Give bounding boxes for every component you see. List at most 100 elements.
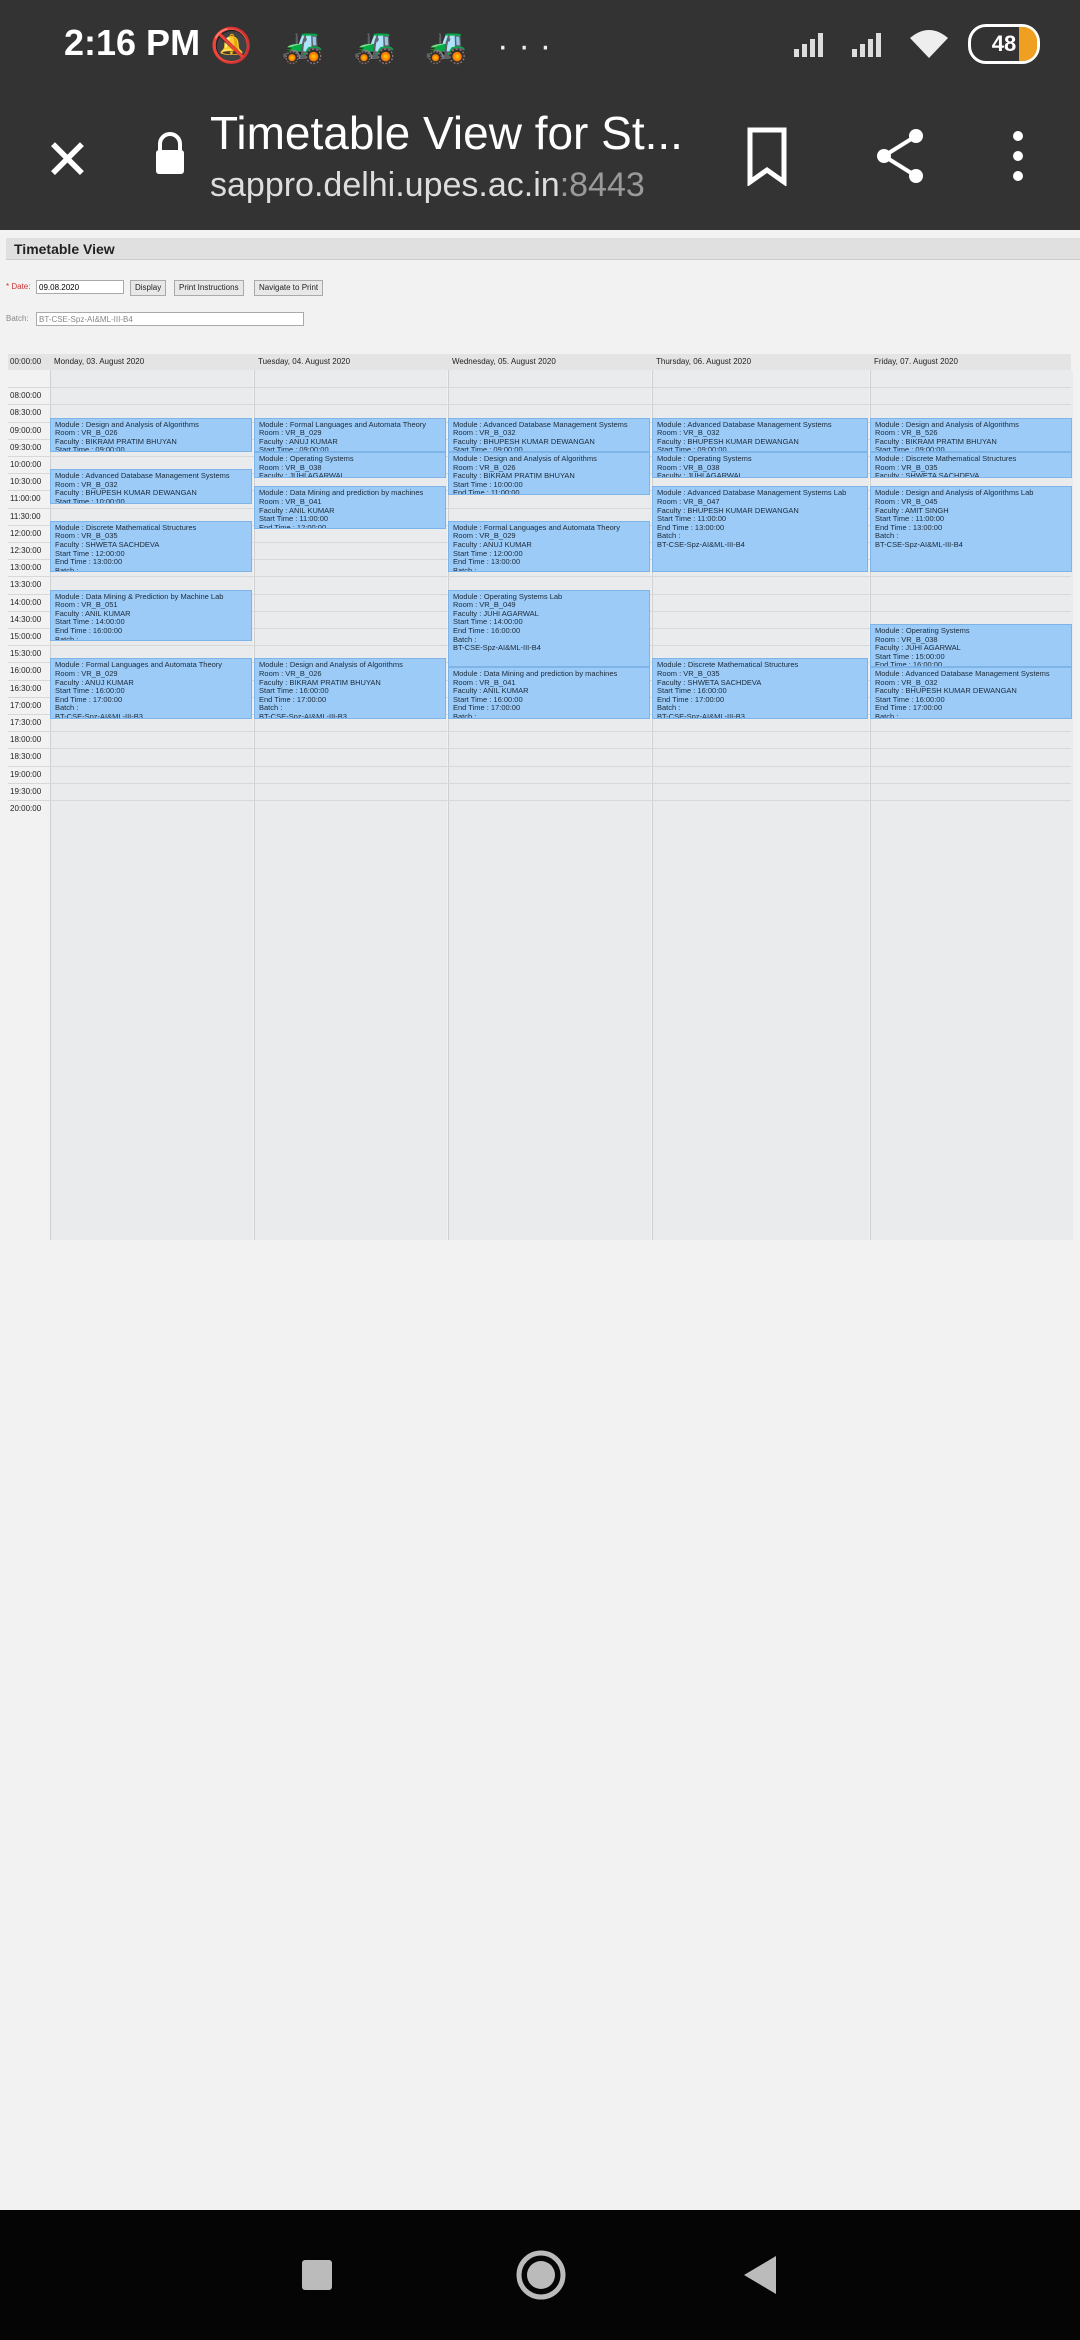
recents-icon[interactable] (300, 2258, 334, 2292)
time-label: 18:30:00 (10, 752, 42, 762)
event-line: Start Time : 16:00:00 (259, 687, 329, 696)
event-line: Start Time : 16:00:00 (875, 695, 945, 704)
timetable-event[interactable]: Module : Discrete Mathematical Structure… (652, 658, 868, 719)
page-url[interactable]: sappro.delhi.upes.ac.in:8443 (210, 166, 645, 205)
event-line: Faculty : BHUPESH KUMAR DEWANGAN (875, 687, 1017, 696)
event-line: Batch : (657, 532, 681, 541)
timetable-event[interactable]: Module : Data Mining and prediction by m… (448, 667, 650, 719)
time-label: 11:00:00 (10, 494, 41, 504)
timetable-event[interactable]: Module : Formal Languages and Automata T… (448, 520, 650, 573)
timetable-event[interactable]: Module : Advanced Database Management Sy… (652, 417, 868, 452)
timetable-event[interactable]: Module : Operating Systems Room : VR_B_03… (652, 452, 868, 478)
timetable-event[interactable]: Module : Operating Systems Room : VR_B_03… (870, 624, 1072, 667)
event-line: Module : Advanced Database Management Sy… (453, 420, 628, 429)
day-header: Tuesday, 04. August 2020 (258, 357, 351, 366)
navigate-to-print-button[interactable]: Navigate to Print (254, 280, 324, 296)
event-line: Faculty : JUHI AGARWAL (657, 472, 743, 478)
date-input[interactable] (36, 280, 124, 294)
event-line: Module : Data Mining and prediction by m… (453, 670, 618, 678)
close-icon[interactable]: ✕ (44, 132, 91, 188)
time-slot-line (8, 748, 1071, 750)
event-line: End Time : 16:00:00 (55, 626, 123, 635)
time-label: 13:30:00 (10, 580, 42, 590)
event-line: Room : VR_B_049 (453, 601, 516, 610)
timetable-event[interactable]: Module : Operating Systems Room : VR_B_03… (254, 452, 446, 478)
event-line: Start Time : 12:00:00 (453, 549, 523, 558)
event-line: Faculty : JUHI AGARWAL (875, 644, 961, 653)
timetable-event[interactable]: Module : Design and Analysis of Algorith… (254, 658, 446, 719)
event-line: BT-CSE-Spz-AI&ML-III-B4 (875, 540, 963, 549)
event-line: Module : Data Mining & Prediction by Mac… (55, 592, 224, 601)
page-title[interactable]: Timetable View for St... (210, 106, 683, 160)
event-line: Start Time : 12:00:00 (55, 549, 125, 558)
event-line: Batch : (259, 704, 283, 713)
timetable-event[interactable]: Module : Discrete Mathematical Structure… (50, 520, 252, 573)
time-label: 12:30:00 (10, 546, 42, 555)
event-line: Module : Formal Languages and Automata T… (453, 523, 621, 532)
time-label: 09:00:00 (10, 425, 42, 435)
time-label: 17:00:00 (10, 700, 42, 710)
share-icon[interactable] (872, 126, 928, 186)
browser-toolbar: ✕ Timetable View for St... sappro.delhi.… (0, 96, 1080, 230)
event-line: Room : VR_B_032 (875, 678, 938, 687)
timetable-event[interactable]: Module : Operating Systems Lab Room : VR_… (448, 589, 650, 667)
url-port: :8443 (559, 166, 645, 204)
time-slot-line (8, 731, 1071, 733)
home-icon[interactable] (514, 2248, 568, 2302)
back-icon[interactable] (742, 2254, 778, 2296)
timetable-event[interactable]: Module : Design and Analysis of Algorith… (50, 417, 252, 452)
event-line: Faculty : BIKRAM PRATIM BHUYAN (259, 678, 381, 687)
batch-input[interactable] (36, 312, 304, 326)
time-label: 09:30:00 (10, 442, 42, 452)
timetable-event[interactable]: Module : Formal Languages and Automata T… (254, 417, 446, 452)
event-line: Faculty : BIKRAM PRATIM BHUYAN (55, 437, 177, 446)
event-line: Module : Formal Languages and Automata T… (55, 661, 223, 670)
event-line: Room : VR_B_029 (259, 429, 322, 438)
event-line: Batch : (657, 704, 681, 713)
event-line: End Time : 17:00:00 (55, 695, 123, 704)
timetable-event[interactable]: Module : Discrete Mathematical Structure… (870, 452, 1072, 478)
timetable-event[interactable]: Module : Design and Analysis of Algorith… (870, 417, 1072, 452)
print-instructions-button[interactable]: Print Instructions (174, 280, 244, 296)
event-line: End Time : 13:00:00 (55, 558, 123, 567)
event-line: End Time : 17:00:00 (657, 695, 725, 704)
bookmark-icon[interactable] (744, 126, 790, 186)
event-line: Module : Operating Systems (657, 455, 752, 463)
event-line: Room : VR_B_035 (55, 532, 118, 541)
timetable-event[interactable]: Module : Data Mining & Prediction by Mac… (50, 589, 252, 642)
event-line: Module : Data Mining and prediction by m… (259, 489, 424, 498)
timetable-event[interactable]: Module : Advanced Database Management Sy… (50, 469, 252, 504)
event-line: Room : VR_B_026 (259, 669, 322, 678)
lock-icon (156, 132, 184, 174)
display-button[interactable]: Display (130, 280, 167, 296)
event-line: End Time : 11:00:00 (453, 489, 520, 495)
day-header: Monday, 03. August 2020 (54, 357, 145, 366)
event-line: Start Time : 15:00:00 (875, 652, 945, 661)
timetable-event[interactable]: Module : Design and Analysis of Algorith… (448, 452, 650, 495)
day-header: Friday, 07. August 2020 (874, 357, 958, 366)
event-line: Room : VR_B_047 (657, 497, 720, 506)
wifi-icon (910, 30, 948, 58)
status-bar: 2:16 PM 🔕 🚜 🚜 🚜 ··· 48 (0, 0, 1080, 96)
timetable-event[interactable]: Module : Data Mining and prediction by m… (254, 486, 446, 530)
signal-icon (794, 33, 823, 57)
event-line: Room : VR_B_029 (55, 669, 118, 678)
time-label: 14:00:00 (10, 597, 42, 607)
menu-icon[interactable] (1008, 126, 1028, 186)
timetable-event[interactable]: Module : Design and Analysis of Algorith… (870, 486, 1072, 573)
event-line: Faculty : JUHI AGARWAL (453, 609, 539, 618)
event-line: Room : VR_B_035 (657, 669, 720, 678)
timetable-event[interactable]: Module : Advanced Database Management Sy… (870, 667, 1072, 719)
time-label: 20:00:00 (10, 804, 42, 813)
time-slot-line (8, 404, 1071, 406)
day-header: Wednesday, 05. August 2020 (452, 357, 556, 366)
event-line: Faculty : BHUPESH KUMAR DEWANGAN (55, 489, 197, 498)
time-label: 14:30:00 (10, 614, 42, 624)
time-label: 12:00:00 (10, 528, 42, 538)
timetable-event[interactable]: Module : Formal Languages and Automata T… (50, 658, 252, 719)
event-line: Faculty : BHUPESH KUMAR DEWANGAN (657, 506, 799, 515)
event-line: BT-CSE-Spz-AI&ML-III-B3 (259, 712, 347, 719)
timetable-event[interactable]: Module : Advanced Database Management Sy… (652, 486, 868, 573)
timetable-event[interactable]: Module : Advanced Database Management Sy… (448, 417, 650, 452)
event-line: Start Time : 10:00:00 (55, 497, 125, 504)
